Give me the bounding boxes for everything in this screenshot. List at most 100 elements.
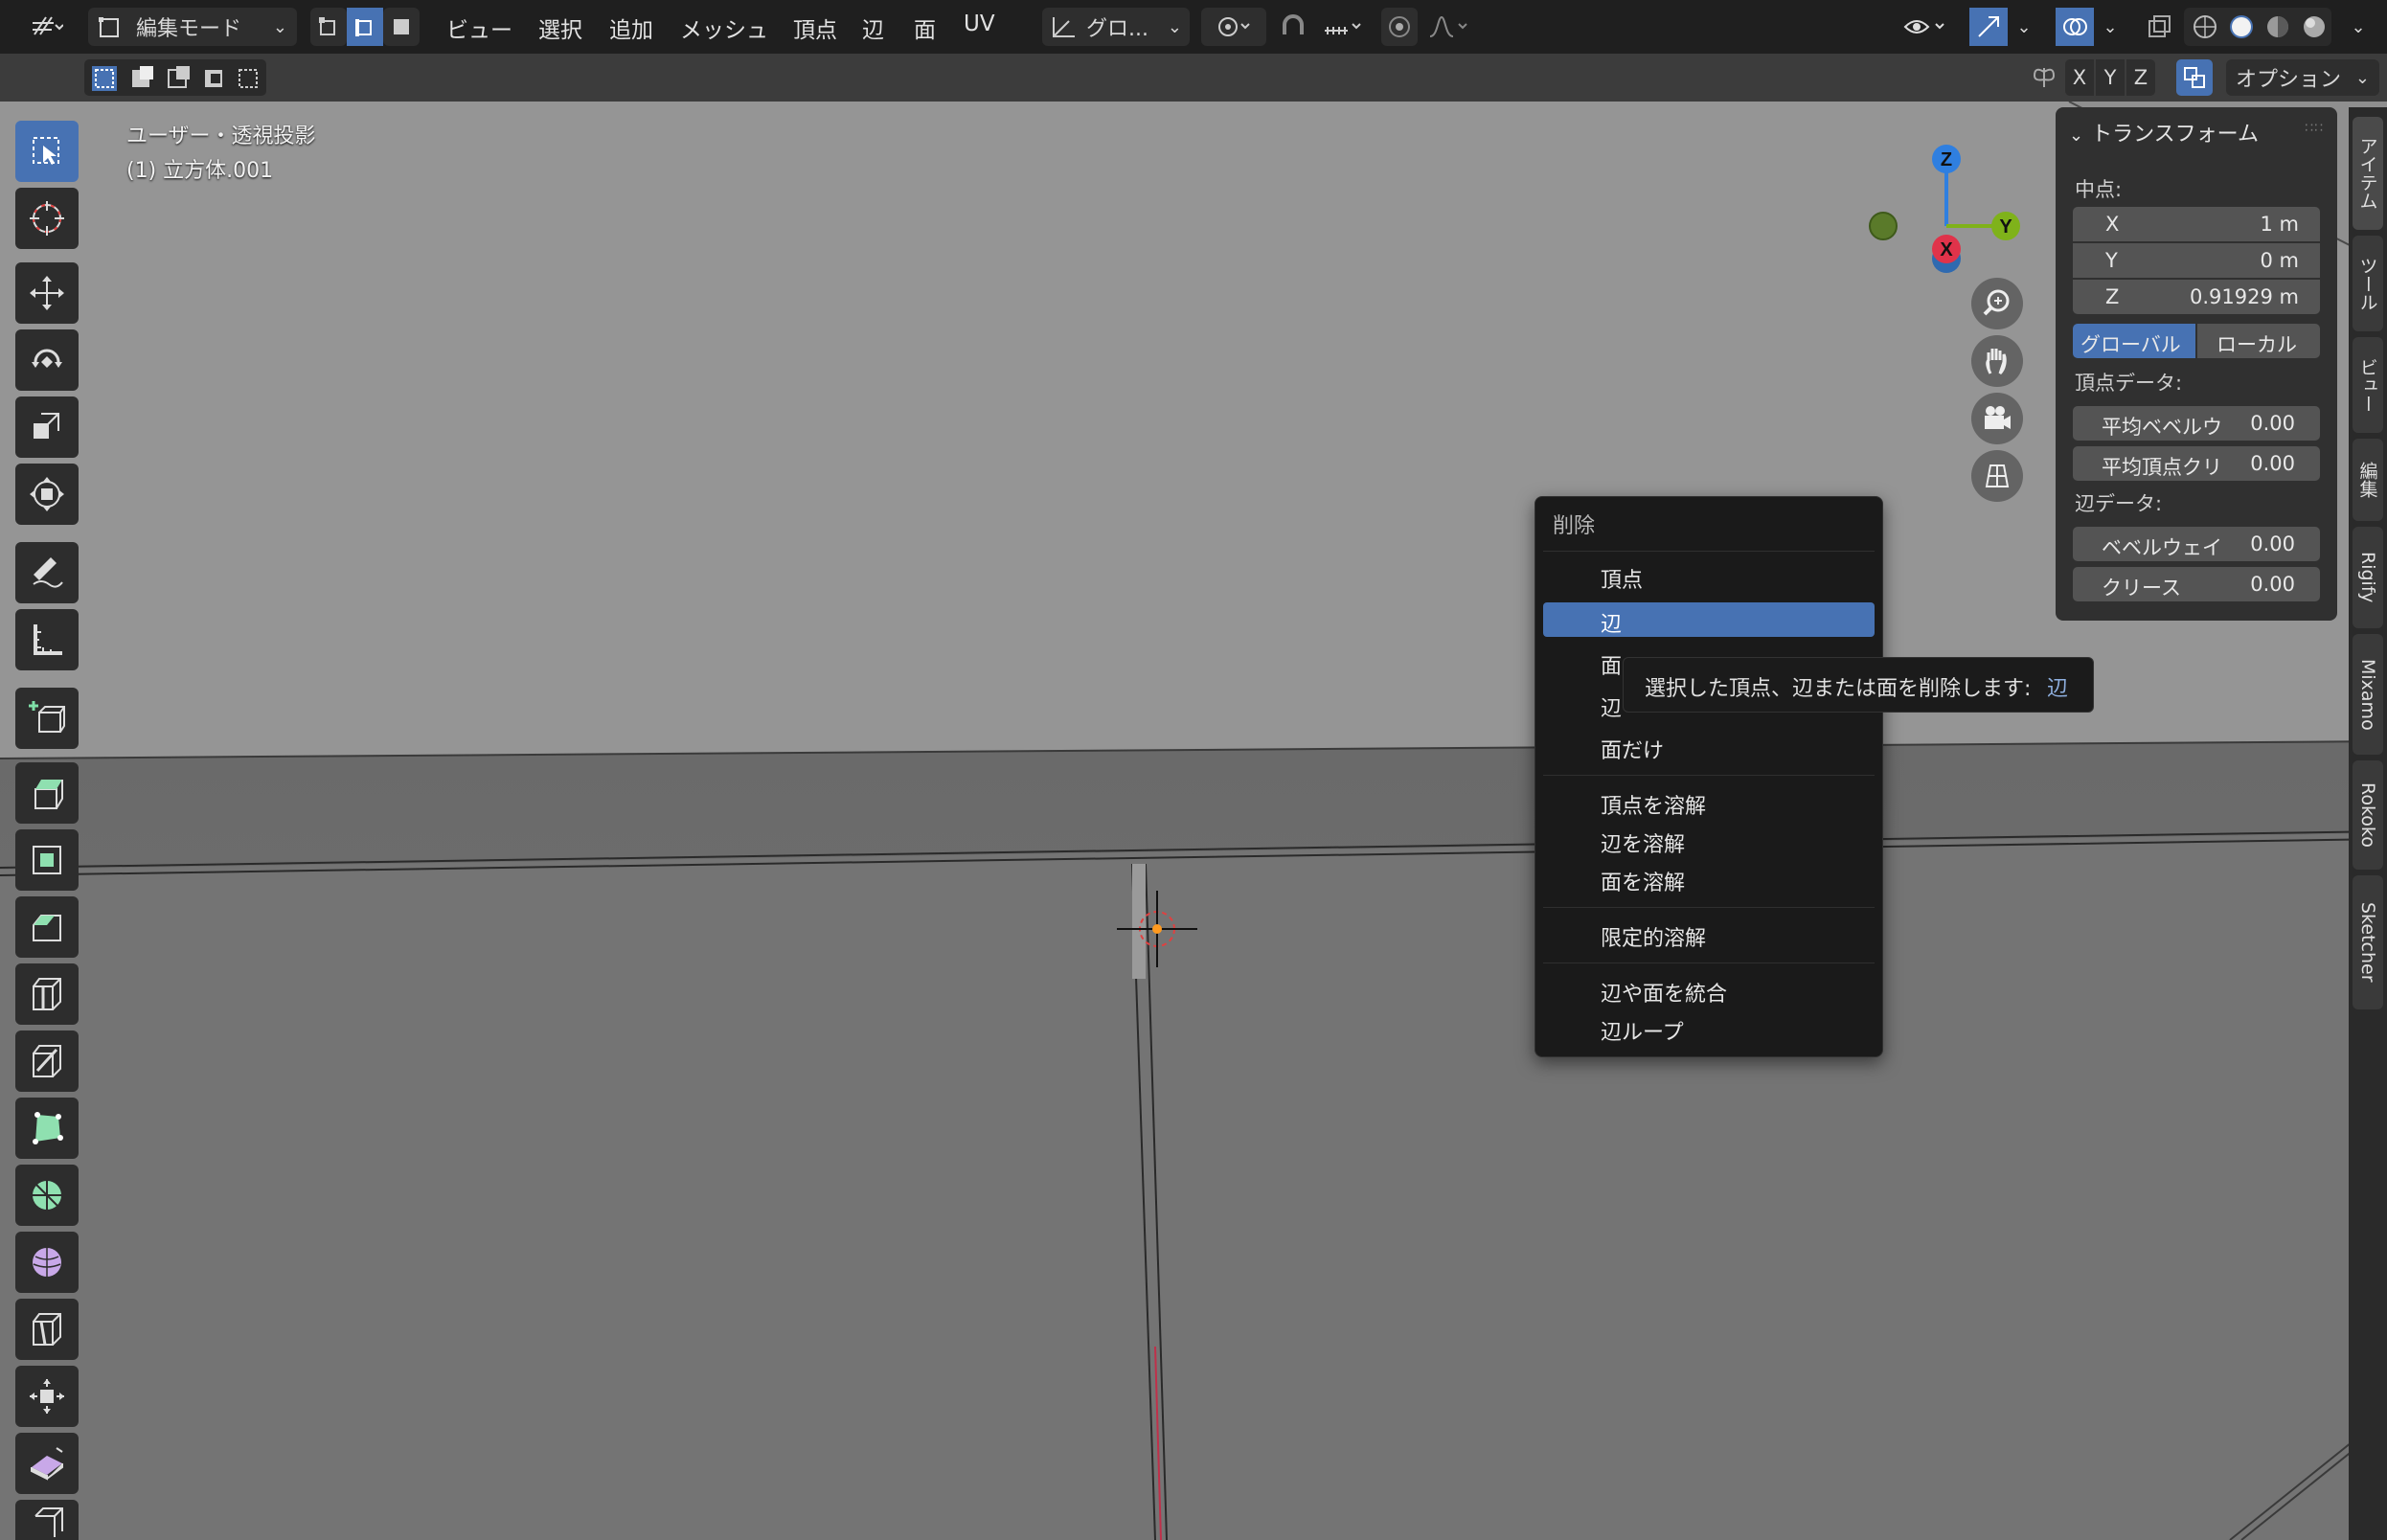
menu-view[interactable]: ビュー — [446, 11, 512, 44]
tab-mixamo[interactable]: Mixamo — [2353, 634, 2383, 755]
menu-item-limited-dissolve[interactable]: 限定的溶解 — [1543, 917, 1875, 951]
poly-build-tool[interactable] — [15, 1098, 79, 1159]
select-box-tool[interactable] — [15, 121, 79, 182]
drag-handle-icon[interactable]: ∷∷ — [2305, 121, 2324, 136]
pan-button[interactable] — [1971, 335, 2023, 387]
shrink-fatten-tool[interactable] — [15, 1366, 79, 1427]
snap-target-dropdown[interactable] — [1314, 8, 1372, 46]
menu-uv[interactable]: UV — [964, 11, 995, 36]
global-button[interactable]: グローバル — [2073, 324, 2195, 358]
loop-cut-tool[interactable] — [15, 963, 79, 1025]
overlays-dropdown[interactable]: ⌄ — [2096, 8, 2125, 46]
local-button[interactable]: ローカル — [2197, 324, 2320, 358]
menu-edge[interactable]: 辺 — [862, 11, 884, 44]
options-label: オプション — [2236, 68, 2342, 92]
falloff-curve-icon — [1429, 15, 1467, 37]
overlays-icon — [2063, 18, 2087, 35]
edge-bevel-weight-field[interactable]: ベベルウェイ 0.00 — [2073, 527, 2320, 561]
mirror-y-button[interactable]: Y — [2096, 59, 2125, 96]
menu-separator — [1543, 551, 1875, 552]
edge-select-button[interactable] — [347, 8, 383, 46]
menu-item-dissolve-faces[interactable]: 面を溶解 — [1543, 861, 1875, 895]
tab-sketcher[interactable]: Sketcher — [2353, 875, 2383, 1009]
median-x-field[interactable]: X 1 m — [2073, 207, 2320, 241]
smooth-tool[interactable] — [15, 1232, 79, 1293]
knife-tool[interactable] — [15, 1030, 79, 1092]
bevel-tool[interactable] — [15, 896, 79, 958]
inset-tool[interactable] — [15, 829, 79, 891]
menu-item-dissolve-edges[interactable]: 辺を溶解 — [1543, 823, 1875, 857]
options-dropdown[interactable]: オプション ⌄ — [2226, 59, 2379, 96]
face-select-button[interactable] — [383, 8, 420, 46]
median-z-field[interactable]: Z 0.91929 m — [2073, 280, 2320, 314]
menu-face[interactable]: 面 — [914, 11, 936, 44]
move-tool[interactable] — [15, 262, 79, 324]
measure-tool[interactable] — [15, 609, 79, 670]
spin-tool[interactable] — [15, 1165, 79, 1226]
zoom-icon — [1983, 289, 2010, 316]
tab-rokoko[interactable]: Rokoko — [2353, 760, 2383, 870]
add-cube-tool[interactable] — [15, 688, 79, 749]
menu-item-delete-edges[interactable]: 辺 — [1543, 602, 1875, 637]
navigation-gizmo[interactable]: Z Y X — [1862, 130, 2035, 293]
mirror-toggle[interactable] — [2025, 59, 2063, 96]
tab-view[interactable]: ビュー — [2353, 337, 2383, 433]
field-label: 平均頂点クリ — [2102, 456, 2222, 479]
menu-item-edge-loops[interactable]: 辺ループ — [1543, 1010, 1875, 1045]
vertex-select-button[interactable] — [310, 8, 347, 46]
menu-select[interactable]: 選択 — [538, 11, 582, 44]
pivot-point-dropdown[interactable] — [1201, 8, 1266, 46]
xray-toggle[interactable] — [2140, 8, 2178, 46]
mode-dropdown[interactable]: 編集モード ⌄ — [88, 8, 297, 46]
auto-merge-toggle[interactable] — [2176, 59, 2213, 96]
menu-mesh[interactable]: メッシュ — [680, 11, 768, 44]
overlays-toggle[interactable] — [2056, 8, 2094, 46]
menu-separator — [1543, 962, 1875, 963]
tab-item[interactable]: アイテム — [2353, 117, 2383, 230]
median-y-field[interactable]: Y 0 m — [2073, 243, 2320, 278]
mean-vertex-crease-field[interactable]: 平均頂点クリ 0.00 — [2073, 446, 2320, 481]
annotate-tool[interactable] — [15, 542, 79, 603]
chevron-down-icon: ⌄ — [272, 16, 287, 37]
rip-tool[interactable] — [15, 1500, 79, 1540]
edge-crease-field[interactable]: クリース 0.00 — [2073, 567, 2320, 601]
tab-rigify[interactable]: Rigify — [2353, 527, 2383, 628]
rotate-tool[interactable] — [15, 329, 79, 391]
shear-tool[interactable] — [15, 1433, 79, 1494]
edge-slide-tool[interactable] — [15, 1299, 79, 1360]
tab-tool[interactable]: ツール — [2353, 236, 2383, 331]
editor-type-button[interactable] — [17, 8, 77, 46]
transform-tool[interactable] — [15, 464, 79, 525]
zoom-button[interactable] — [1971, 278, 2023, 329]
extrude-tool[interactable] — [15, 762, 79, 824]
mirror-x-button[interactable]: X — [2065, 59, 2094, 96]
selection-mode-icons — [92, 66, 258, 91]
magnet-icon — [1283, 14, 1304, 34]
panel-header[interactable]: ⌄ トランスフォーム — [2069, 117, 2259, 147]
transform-orientation-dropdown[interactable]: グロ... ⌄ — [1042, 8, 1190, 46]
mean-bevel-weight-field[interactable]: 平均ベベルウ 0.00 — [2073, 406, 2320, 441]
menu-item-delete-faces-only[interactable]: 面だけ — [1543, 729, 1875, 763]
menu-add[interactable]: 追加 — [609, 11, 653, 44]
menu-item-collapse-edges-faces[interactable]: 辺や面を統合 — [1543, 972, 1875, 1007]
falloff-dropdown[interactable] — [1421, 8, 1477, 46]
menu-item-delete-vertices[interactable]: 頂点 — [1543, 558, 1875, 593]
mirror-z-button[interactable]: Z — [2126, 59, 2155, 96]
camera-view-button[interactable] — [1971, 393, 2023, 444]
cursor-tool[interactable] — [15, 188, 79, 249]
chevron-down-icon: ⌄ — [2351, 16, 2366, 37]
ortho-toggle-button[interactable] — [1971, 450, 2023, 502]
menu-vertex[interactable]: 頂点 — [793, 11, 837, 44]
gizmo-dropdown[interactable]: ⌄ — [2010, 8, 2038, 46]
gizmo-toggle[interactable] — [1969, 8, 2008, 46]
shading-dropdown[interactable]: ⌄ — [2341, 8, 2376, 46]
snap-toggle[interactable] — [1274, 8, 1312, 46]
tooltip-value: 辺 — [2047, 677, 2069, 701]
3d-viewport[interactable]: ユーザー・透視投影 (1) 立方体.001 Z Y X — [0, 102, 2387, 1540]
object-name-label: (1) 立方体.001 — [126, 159, 274, 183]
visibility-dropdown[interactable] — [1897, 8, 1954, 46]
proportional-edit-toggle[interactable] — [1381, 8, 1418, 46]
tab-edit[interactable]: 編集 — [2353, 439, 2383, 521]
menu-item-dissolve-vertices[interactable]: 頂点を溶解 — [1543, 784, 1875, 819]
scale-tool[interactable] — [15, 396, 79, 458]
